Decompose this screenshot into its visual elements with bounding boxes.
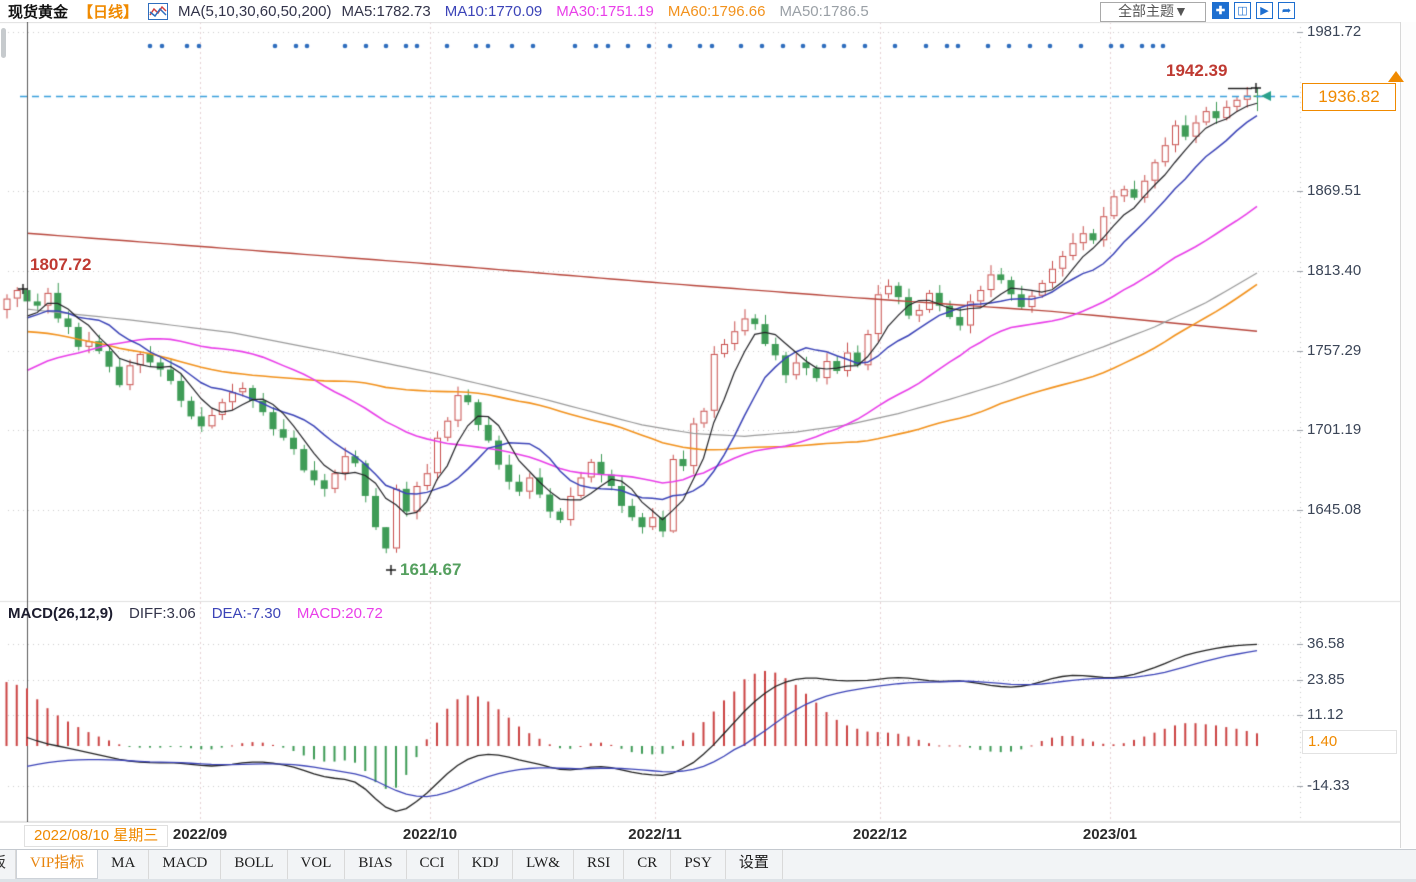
tab-BOLL[interactable]: BOLL — [221, 850, 287, 879]
price-axis-tick: 1813.40 — [1307, 262, 1361, 279]
ma-value-chip: MA5:1782.73 — [341, 3, 430, 20]
left-high-annotation: 1807.72 — [30, 255, 91, 275]
month-label: 2023/01 — [1050, 826, 1170, 843]
macd-axis-tick: 11.12 — [1307, 706, 1343, 723]
trading-app-window: 现货黄金 【日线】 MA(5,10,30,60,50,200) MA5:1782… — [0, 0, 1416, 882]
macd-macd-value: MACD:20.72 — [297, 605, 383, 622]
pane-play-icon[interactable]: ▶ — [1256, 2, 1273, 19]
price-axis-tick: 1981.72 — [1307, 23, 1361, 40]
month-label: 2022/12 — [820, 826, 940, 843]
tab-VOL[interactable]: VOL — [288, 850, 346, 879]
period-low-annotation: 1614.67 — [400, 560, 461, 580]
right-edge-toolbar — [1400, 22, 1416, 848]
tab-PSY[interactable]: PSY — [671, 850, 726, 879]
tab-CR[interactable]: CR — [624, 850, 671, 879]
ma-settings-label: MA(5,10,30,60,50,200) — [178, 3, 331, 20]
line-chart-icon[interactable] — [148, 3, 168, 20]
tab-设置[interactable]: 设置 — [726, 850, 783, 879]
pane-layout-icon[interactable]: ◫ — [1234, 2, 1251, 19]
month-label: 2022/09 — [140, 826, 260, 843]
period-high-annotation: 1942.39 — [1166, 61, 1227, 81]
macd-diff-value: DIFF:3.06 — [129, 605, 196, 622]
ma-value-chip: MA50:1786.5 — [779, 3, 868, 20]
all-themes-dropdown[interactable]: 全部主题▼ — [1100, 2, 1206, 22]
header-icon-group: ✚ ◫ ▶ ➦ — [1212, 2, 1295, 19]
macd-axis-tick: 23.85 — [1307, 671, 1345, 688]
ma-value-chip: MA30:1751.19 — [556, 3, 654, 20]
tab-RSI[interactable]: RSI — [574, 850, 624, 879]
month-label: 2022/10 — [370, 826, 490, 843]
clipped-tab[interactable]: 板 — [0, 850, 16, 879]
price-axis-tick: 1869.51 — [1307, 182, 1361, 199]
tab-BIAS[interactable]: BIAS — [345, 850, 406, 879]
price-axis-tick: 1757.29 — [1307, 342, 1361, 359]
indicator-tab-bar: 板VIP指标MAMACDBOLLVOLBIASCCIKDJLW&RSICRPSY… — [0, 849, 1416, 882]
left-scrollbar-thumb[interactable] — [1, 28, 6, 58]
tab-VIP指标[interactable]: VIP指标 — [16, 850, 98, 879]
date-axis: 2022/08/10 星期三 2022/092022/102022/112022… — [0, 822, 1416, 849]
tab-CCI[interactable]: CCI — [407, 850, 459, 879]
tab-MACD[interactable]: MACD — [149, 850, 221, 879]
macd-indicator-header: MACD(26,12,9) DIFF:3.06 DEA:-7.30 MACD:2… — [8, 605, 383, 622]
macd-axis-tick: -14.33 — [1307, 777, 1350, 794]
ma-values: MA5:1782.73 MA10:1770.09 MA30:1751.19 MA60:… — [341, 3, 868, 20]
ma-value-chip: MA60:1796.66 — [668, 3, 766, 20]
pane-export-icon[interactable]: ➦ — [1278, 2, 1295, 19]
tab-MA[interactable]: MA — [98, 850, 149, 879]
macd-dea-value: DEA:-7.30 — [212, 605, 281, 622]
macd-axis-tick: 36.58 — [1307, 635, 1345, 652]
macd-current-value-tag: 1.40 — [1302, 730, 1397, 754]
timeframe-label: 【日线】 — [78, 1, 138, 22]
main-chart-canvas[interactable] — [0, 0, 1416, 882]
price-up-arrow-icon — [1388, 71, 1404, 82]
price-axis-tick: 1645.08 — [1307, 501, 1361, 518]
macd-title: MACD(26,12,9) — [8, 605, 113, 622]
price-axis-tick: 1701.19 — [1307, 421, 1361, 438]
tab-KDJ[interactable]: KDJ — [459, 850, 514, 879]
tab-LW&[interactable]: LW& — [513, 850, 574, 879]
ma-value-chip: MA10:1770.09 — [445, 3, 543, 20]
month-label: 2022/11 — [595, 826, 715, 843]
current-price-tag: 1936.82 — [1302, 83, 1396, 111]
symbol-name: 现货黄金 — [8, 1, 68, 22]
crosshair-grid-icon[interactable]: ✚ — [1212, 2, 1229, 19]
